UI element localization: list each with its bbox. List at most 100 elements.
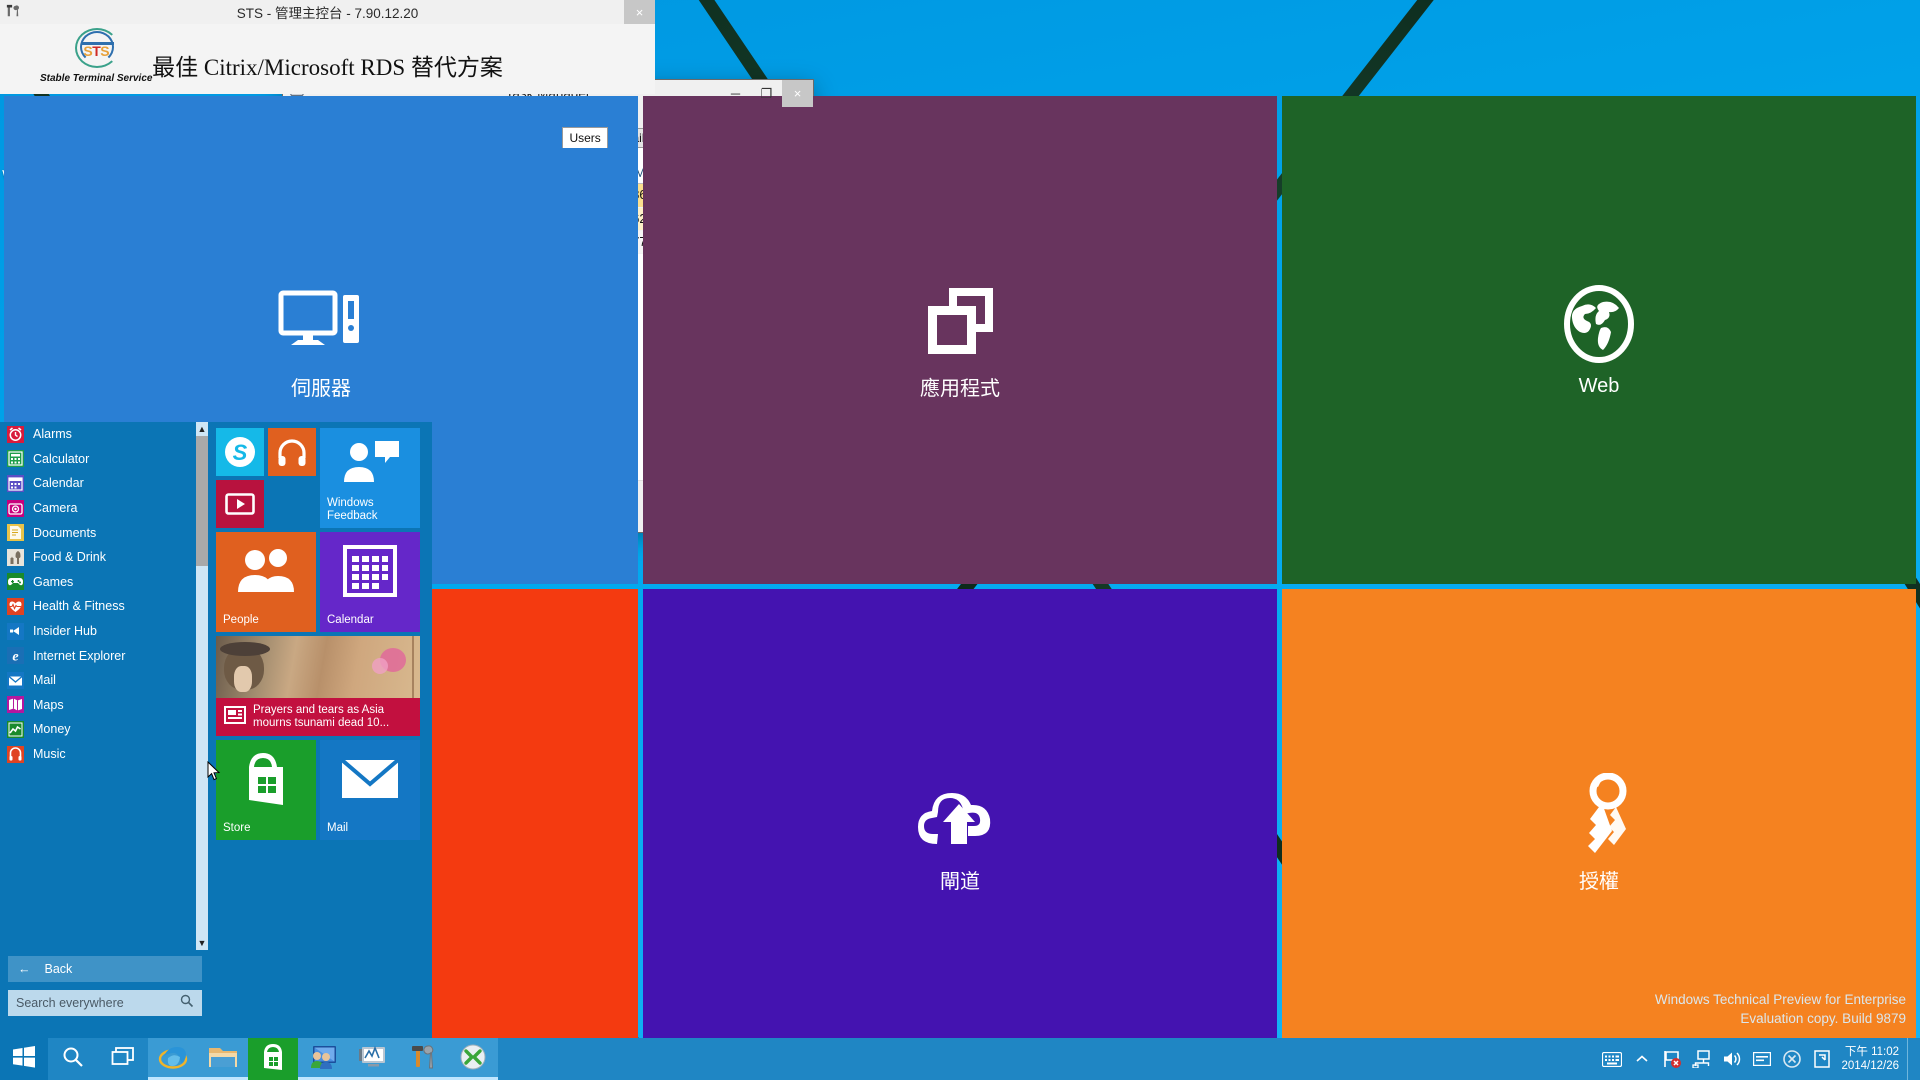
- start-menu-app-games[interactable]: Games: [0, 570, 196, 595]
- headphones-icon: [268, 428, 316, 476]
- start-tile-calendar[interactable]: Calendar: [320, 532, 420, 632]
- start-menu-app-food-drink[interactable]: Food & Drink: [0, 545, 196, 570]
- show-desktop-button[interactable]: [1907, 1038, 1916, 1080]
- remote-users-button[interactable]: [298, 1038, 348, 1080]
- minimize-button[interactable]: ─: [720, 80, 751, 107]
- watermark-line-1: Windows Technical Preview for Enterprise: [1654, 992, 1906, 1007]
- start-menu-app-calendar[interactable]: Calendar: [0, 471, 196, 496]
- sts-tile-label: 應用程式: [920, 378, 1000, 401]
- keys-icon: [1560, 771, 1638, 861]
- insider-hub-icon: [7, 622, 24, 640]
- start-menu-app-maps[interactable]: Maps: [0, 693, 196, 718]
- start-menu-app-label: Documents: [33, 525, 97, 540]
- message-icon[interactable]: [1747, 1038, 1777, 1080]
- file-explorer-button[interactable]: [198, 1038, 248, 1080]
- start-menu-app-insider-hub[interactable]: Insider Hub: [0, 619, 196, 644]
- sts-tile-applications[interactable]: 應用程式: [643, 96, 1277, 584]
- cancel-icon[interactable]: [1777, 1038, 1807, 1080]
- start-tile-label: Prayers and tears as Asia mourns tsunami…: [253, 704, 390, 729]
- video-icon: [216, 480, 264, 528]
- start-menu-app-mail[interactable]: Mail: [0, 668, 196, 693]
- start-tile-label: Mail: [327, 822, 349, 834]
- volume-icon[interactable]: [1717, 1038, 1747, 1080]
- news-photo: [216, 636, 420, 698]
- task-view-button[interactable]: [98, 1038, 148, 1080]
- start-menu-app-money[interactable]: Money: [0, 717, 196, 742]
- start-menu-app-list-pane: Alarms Calculator Calendar Camera Documents F…: [0, 422, 208, 1038]
- show-hidden-icons-icon[interactable]: [1627, 1038, 1657, 1080]
- mail-icon: [7, 671, 24, 689]
- start-menu-app-camera[interactable]: Camera: [0, 496, 196, 521]
- start-tile-label: Store: [223, 822, 251, 834]
- clock-time: 下午 11:02: [1844, 1046, 1899, 1058]
- search-button[interactable]: [48, 1038, 98, 1080]
- svg-text:S: S: [233, 440, 248, 465]
- calendar-grid-icon: [320, 532, 420, 610]
- start-tile-mail[interactable]: Mail: [320, 740, 420, 840]
- start-menu-app-label: Alarms: [33, 427, 72, 442]
- flag-action-center-icon[interactable]: [1657, 1038, 1687, 1080]
- start-menu-tiles-pane: S Windows Feedback People Calendar Praye…: [208, 422, 432, 1038]
- sts-console-title: STS - 管理主控台 - 7.90.12.20: [236, 6, 419, 21]
- food-drink-icon: [7, 548, 24, 566]
- remote-users-icon: [309, 1044, 337, 1075]
- search-icon: [62, 1046, 84, 1073]
- start-menu-app-calculator[interactable]: Calculator: [0, 447, 196, 472]
- sts-console-window[interactable]: STS - 管理主控台 - 7.90.12.20 × STS Stable Te…: [0, 0, 1916, 1076]
- back-arrow-icon: ←: [18, 962, 31, 976]
- internet-explorer-button[interactable]: [148, 1038, 198, 1080]
- scrollbar-thumb[interactable]: [196, 436, 208, 566]
- sts-console-hero: STS Stable Terminal Service 最佳 Citrix/Mi…: [0, 24, 655, 94]
- start-tile-music[interactable]: [268, 428, 316, 476]
- start-menu-app-label: Camera: [33, 501, 78, 516]
- start-menu-app-label: Music: [33, 747, 66, 762]
- start-menu-app-internet-explorer[interactable]: e Internet Explorer: [0, 643, 196, 668]
- start-tile-news[interactable]: Prayers and tears as Asia mourns tsunami…: [216, 636, 420, 736]
- evaluation-watermark: Windows Technical Preview for Enterprise…: [1655, 990, 1906, 1028]
- snap-icon[interactable]: [1807, 1038, 1837, 1080]
- start-menu-app-alarms[interactable]: Alarms: [0, 422, 196, 447]
- calendar-icon: [7, 474, 24, 492]
- sts-console-titlebar[interactable]: STS - 管理主控台 - 7.90.12.20 ×: [0, 0, 655, 24]
- sts-tile-label: 授權: [1579, 870, 1619, 893]
- start-menu-app-music[interactable]: Music: [0, 742, 196, 767]
- start-menu-app-label: Food & Drink: [33, 550, 106, 565]
- scroll-up-icon[interactable]: ▲: [196, 422, 208, 436]
- sts-tile-web[interactable]: Web: [1282, 96, 1916, 584]
- start-tile-store[interactable]: Store: [216, 740, 316, 840]
- start-button[interactable]: [0, 1038, 48, 1080]
- sts-tile-label: Web: [1578, 375, 1620, 398]
- task-manager-button[interactable]: [348, 1038, 398, 1080]
- admin-tool-button[interactable]: [398, 1038, 448, 1080]
- sts-tile-gateway[interactable]: 閘道: [643, 588, 1277, 1076]
- scroll-down-icon[interactable]: ▼: [196, 936, 208, 950]
- clock[interactable]: 下午 11:02 2014/12/26: [1837, 1045, 1907, 1073]
- maximize-button[interactable]: ❐: [751, 80, 782, 107]
- file-explorer-icon: [208, 1044, 238, 1075]
- app-list-scrollbar[interactable]: ▲ ▼: [196, 422, 208, 950]
- close-button[interactable]: ×: [624, 0, 655, 24]
- start-tile-skype[interactable]: S: [216, 428, 264, 476]
- internet-explorer-icon: [158, 1042, 188, 1077]
- start-menu-app-health-fitness[interactable]: Health & Fitness: [0, 594, 196, 619]
- search-input[interactable]: Search everywhere: [8, 990, 202, 1016]
- start-menu-app-list: Alarms Calculator Calendar Camera Documents F…: [0, 422, 196, 950]
- portable-client-button[interactable]: [448, 1038, 498, 1080]
- calculator-icon: [7, 450, 24, 468]
- start-tile-people[interactable]: People: [216, 532, 316, 632]
- close-button[interactable]: ×: [782, 80, 813, 107]
- network-icon[interactable]: [1687, 1038, 1717, 1080]
- start-tile-windows-feedback[interactable]: Windows Feedback: [320, 428, 420, 528]
- start-menu[interactable]: Alarms Calculator Calendar Camera Documents F…: [0, 422, 432, 1038]
- touch-keyboard-icon[interactable]: [1597, 1038, 1627, 1080]
- back-button[interactable]: ← Back: [8, 956, 202, 982]
- tab-users[interactable]: Users: [562, 127, 608, 148]
- start-tile-video[interactable]: [216, 480, 264, 528]
- search-icon: [180, 994, 194, 1013]
- start-menu-app-label: Maps: [33, 697, 64, 712]
- music-icon: [7, 745, 24, 763]
- windows-start-icon: [12, 1045, 36, 1074]
- store-button[interactable]: [248, 1038, 298, 1080]
- taskbar[interactable]: 下午 11:02 2014/12/26: [0, 1038, 1920, 1080]
- start-menu-app-documents[interactable]: Documents: [0, 520, 196, 545]
